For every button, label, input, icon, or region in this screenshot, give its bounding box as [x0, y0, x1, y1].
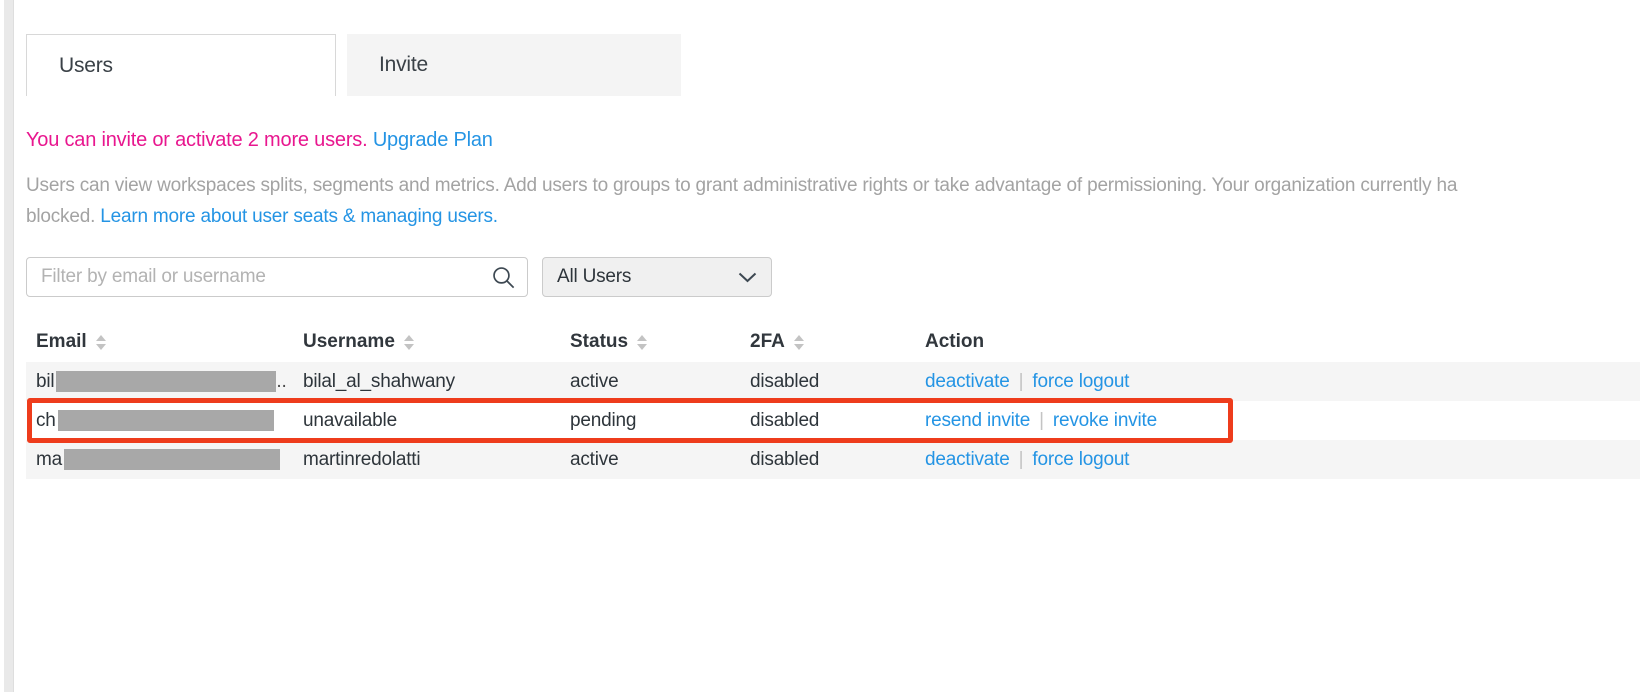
- tab-users[interactable]: Users: [26, 34, 336, 96]
- resend-invite-link[interactable]: resend invite: [925, 410, 1030, 431]
- header-2fa[interactable]: 2FA: [740, 331, 915, 353]
- redaction-block: [64, 449, 280, 470]
- header-status[interactable]: Status: [560, 331, 740, 353]
- description-line2-prefix: blocked.: [26, 206, 100, 227]
- header-username[interactable]: Username: [293, 331, 560, 353]
- sort-icon[interactable]: [404, 335, 414, 350]
- sort-icon[interactable]: [96, 335, 106, 350]
- user-management-page: Users Invite You can invite or activate …: [0, 0, 1640, 692]
- seats-message: You can invite or activate 2 more users.: [26, 129, 367, 151]
- action-cell: deactivate|force logout: [915, 449, 1640, 471]
- username-cell: unavailable: [293, 410, 560, 432]
- table-row-highlighted: ch unavailable pending disabled resend i…: [26, 401, 1640, 440]
- upgrade-plan-link[interactable]: Upgrade Plan: [373, 129, 493, 151]
- learn-more-link[interactable]: Learn more about user seats & managing u…: [100, 206, 498, 227]
- table-row: ma martinredolatti active disabled deact…: [26, 440, 1640, 479]
- status-cell: active: [560, 449, 740, 471]
- deactivate-link[interactable]: deactivate: [925, 449, 1010, 470]
- twofa-cell: disabled: [740, 410, 915, 432]
- sidebar-edge: [4, 0, 14, 692]
- revoke-invite-link[interactable]: revoke invite: [1053, 410, 1157, 431]
- status-cell: pending: [560, 410, 740, 432]
- filter-input[interactable]: [26, 257, 528, 297]
- action-separator: |: [1030, 410, 1053, 431]
- chevron-down-icon: [738, 272, 757, 283]
- action-separator: |: [1010, 449, 1033, 470]
- filter-toolbar: All Users: [26, 257, 1640, 297]
- seats-banner: You can invite or activate 2 more users.…: [26, 129, 1640, 152]
- action-separator: |: [1010, 371, 1033, 392]
- sort-icon[interactable]: [637, 335, 647, 350]
- filter-input-wrap: [26, 257, 528, 297]
- tab-users-label: Users: [59, 54, 113, 78]
- tab-invite[interactable]: Invite: [347, 34, 681, 96]
- table-row: bil.. bilal_al_shahwany active disabled …: [26, 362, 1640, 401]
- redaction-block: [58, 410, 274, 431]
- force-logout-link[interactable]: force logout: [1032, 371, 1129, 392]
- description-text: Users can view workspaces splits, segmen…: [26, 170, 1640, 232]
- deactivate-link[interactable]: deactivate: [925, 371, 1010, 392]
- search-icon[interactable]: [490, 264, 517, 296]
- username-cell: martinredolatti: [293, 449, 560, 471]
- users-table: Email Username Status 2FA Action: [26, 329, 1640, 479]
- description-line2: blocked. Learn more about user seats & m…: [26, 201, 1640, 232]
- main-content: Users Invite You can invite or activate …: [26, 0, 1640, 479]
- user-filter-dropdown-value: All Users: [557, 266, 631, 288]
- sort-icon[interactable]: [794, 335, 804, 350]
- header-action: Action: [915, 331, 1640, 353]
- tab-bar: Users Invite: [26, 34, 1640, 96]
- description-line1: Users can view workspaces splits, segmen…: [26, 170, 1640, 201]
- status-cell: active: [560, 371, 740, 393]
- header-email[interactable]: Email: [26, 331, 293, 353]
- email-cell: ma: [26, 449, 293, 471]
- force-logout-link[interactable]: force logout: [1032, 449, 1129, 470]
- username-cell: bilal_al_shahwany: [293, 371, 560, 393]
- twofa-cell: disabled: [740, 371, 915, 393]
- action-cell: deactivate|force logout: [915, 371, 1640, 393]
- action-cell: resend invite|revoke invite: [915, 410, 1640, 432]
- redaction-block: [56, 371, 276, 392]
- email-cell: ch: [26, 410, 293, 432]
- user-filter-dropdown[interactable]: All Users: [542, 257, 772, 297]
- email-cell: bil..: [26, 371, 293, 393]
- table-header-row: Email Username Status 2FA Action: [26, 329, 1640, 355]
- twofa-cell: disabled: [740, 449, 915, 471]
- tab-invite-label: Invite: [379, 53, 428, 77]
